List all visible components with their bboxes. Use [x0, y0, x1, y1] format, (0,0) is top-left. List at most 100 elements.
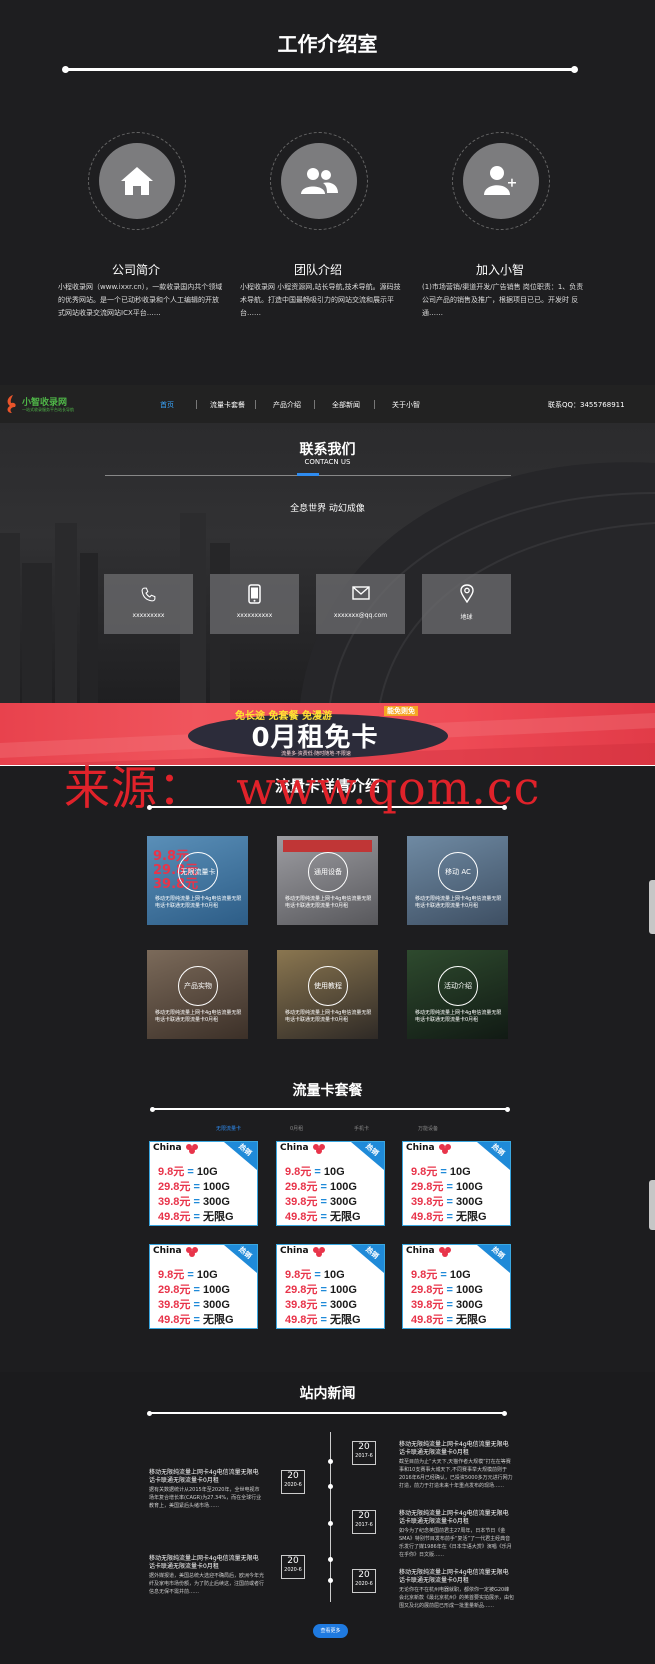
card-amount: 100G [455, 1181, 483, 1193]
team-icon-circle[interactable] [270, 132, 368, 230]
package-card[interactable]: China 热销 9.8元 = 10G 29.8元 = 100G 39.8元 = 300… [276, 1244, 385, 1329]
card-brand: China [153, 1143, 182, 1153]
contact-tagline: 全息世界 动幻成像 [290, 504, 365, 514]
card-price: 49.8元 [285, 1314, 318, 1326]
contact-section: 联系我们 CONTACN US 全息世界 动幻成像 xxxxxxxxx xxxx… [0, 423, 655, 703]
card-eq: = [440, 1166, 447, 1178]
nav-item-about[interactable]: 关于小智 [392, 400, 420, 410]
card-eq: = [446, 1314, 453, 1326]
home-icon-circle[interactable] [88, 132, 186, 230]
tab-unlimited[interactable]: 无限流量卡 [216, 1125, 241, 1132]
banner-tag: 能免则免 [384, 706, 418, 716]
china-unicom-logo-icon [186, 1247, 198, 1257]
card-amount: 100G [455, 1284, 483, 1296]
card-eq: = [320, 1211, 327, 1223]
title-divider [62, 66, 578, 73]
tile-label: 无限流量卡 [178, 852, 218, 892]
card-amount: 300G [329, 1196, 357, 1208]
news-item-title[interactable]: 移动无限纯流量上网卡4g电信流量无限电话卡联通无限流量卡0月租 [399, 1569, 514, 1585]
card-price: 39.8元 [158, 1299, 191, 1311]
detail-tile[interactable]: 活动介绍 移动无限纯流量上网卡4g电信流量无限电话卡联通无限流量卡0月租 [407, 950, 508, 1039]
package-card[interactable]: China 热销 9.8元 = 10G 29.8元 = 100G 39.8元 = 300… [276, 1141, 385, 1226]
contact-mobile-text: xxxxxxxxxx [236, 612, 273, 619]
card-price: 9.8元 [285, 1269, 312, 1281]
package-card[interactable]: China 热销 9.8元 = 10G 29.8元 = 100G 39.8元 = 300… [149, 1141, 258, 1226]
logo-subtext: 一站式收录服务平台站长导航 [22, 407, 74, 412]
tile-caption: 移动无限纯流量上网卡4g电信流量无限电话卡联通无限流量卡0月租 [285, 896, 372, 909]
contact-box-mobile[interactable]: xxxxxxxxxx [210, 574, 299, 634]
card-eq: = [187, 1166, 194, 1178]
detail-tile[interactable]: 移动 AC 移动无限纯流量上网卡4g电信流量无限电话卡联通无限流量卡0月租 [407, 836, 508, 925]
nav-item-news[interactable]: 全部新闻 [332, 400, 360, 410]
side-scroll-handle[interactable] [649, 880, 655, 934]
intro-title: 工作介绍室 [277, 32, 378, 56]
news-date: 20 2020-6 [281, 1555, 305, 1579]
contact-mail-text: xxxxxxx@qq.com [333, 612, 388, 619]
card-eq: = [314, 1166, 321, 1178]
detail-tile[interactable]: 产品实物 移动无限纯流量上网卡4g电信流量无限电话卡联通无限流量卡0月租 [147, 950, 248, 1039]
tile-caption: 移动无限纯流量上网卡4g电信流量无限电话卡联通无限流量卡0月租 [415, 896, 502, 909]
package-card[interactable]: China 热销 9.8元 = 10G 29.8元 = 100G 39.8元 = 300… [402, 1244, 511, 1329]
add-user-icon-circle[interactable] [452, 132, 550, 230]
contact-title: 联系我们 [299, 442, 356, 458]
card-amount: 100G [329, 1284, 357, 1296]
tab-zero-rent[interactable]: 0月租 [290, 1125, 303, 1132]
tile-label: 产品实物 [178, 966, 218, 1006]
phone-icon [141, 587, 156, 602]
card-brand: China [153, 1246, 182, 1256]
detail-tile[interactable]: 9.8元 29.8元 39.8元 无限流量卡 移动无限纯流量上网卡4g电信流量无限电… [147, 836, 248, 925]
news-item-title[interactable]: 移动无限纯流量上网卡4g电信流量无限电话卡联通无限流量卡0月租 [399, 1510, 514, 1526]
news-item-title[interactable]: 移动无限纯流量上网卡4g电信流量无限电话卡联通无限流量卡0月租 [149, 1469, 264, 1485]
card-amount: 300G [455, 1196, 483, 1208]
card-price: 49.8元 [411, 1211, 444, 1223]
contact-box-phone[interactable]: xxxxxxxxx [104, 574, 193, 634]
card-price: 29.8元 [411, 1284, 444, 1296]
mobile-icon [248, 584, 261, 604]
tile-caption: 移动无限纯流量上网卡4g电信流量无限电话卡联通无限流量卡0月租 [155, 896, 242, 909]
tile-caption: 移动无限纯流量上网卡4g电信流量无限电话卡联通无限流量卡0月租 [415, 1010, 502, 1023]
card-eq: = [320, 1314, 327, 1326]
mail-icon [352, 586, 370, 600]
contact-box-location[interactable]: 地球 [422, 574, 511, 634]
card-eq: = [187, 1269, 194, 1281]
card-amount: 300G [455, 1299, 483, 1311]
card-eq: = [446, 1211, 453, 1223]
nav-item-packages[interactable]: 流量卡套餐 [210, 400, 245, 410]
home-icon [99, 143, 175, 219]
package-card[interactable]: China 热销 9.8元 = 10G 29.8元 = 100G 39.8元 = 300… [402, 1141, 511, 1226]
more-news-button[interactable]: 查看更多 [313, 1624, 348, 1638]
card-amount: 10G [196, 1166, 218, 1178]
banner-main-text: 0月租免卡 [251, 723, 379, 753]
card-amount: 无限G [202, 1314, 234, 1326]
contact-box-mail[interactable]: xxxxxxx@qq.com [316, 574, 405, 634]
nav-item-products[interactable]: 产品介绍 [273, 400, 301, 410]
detail-tile[interactable]: 使用教程 移动无限纯流量上网卡4g电信流量无限电话卡联通无限流量卡0月租 [277, 950, 378, 1039]
side-scroll-handle[interactable] [649, 1180, 655, 1230]
feature-title-join: 加入小智 [475, 263, 524, 277]
top-nav: 小智收录网 一站式收录服务平台站长导航 首页 流量卡套餐 产品介绍 全部新闻 关… [0, 385, 655, 423]
news-date: 20 2017-6 [352, 1441, 376, 1465]
card-eq: = [446, 1181, 453, 1193]
news-section [0, 1372, 655, 1664]
news-item-title[interactable]: 移动无限纯流量上网卡4g电信流量无限电话卡联通无限流量卡0月租 [399, 1441, 514, 1457]
news-item-title[interactable]: 移动无限纯流量上网卡4g电信流量无限电话卡联通无限流量卡0月租 [149, 1555, 264, 1571]
logo-icon[interactable] [4, 393, 20, 415]
tile-caption: 移动无限纯流量上网卡4g电信流量无限电话卡联通无限流量卡0月租 [285, 1010, 372, 1023]
package-card[interactable]: China 热销 9.8元 = 10G 29.8元 = 100G 39.8元 = 300… [149, 1244, 258, 1329]
detail-tile[interactable]: 通用设备 移动无限纯流量上网卡4g电信流量无限电话卡联通无限流量卡0月租 [277, 836, 378, 925]
news-item-desc: 如今为了纪念英国前君主27周年，日本节日《金SMA》特别节目发布前手“复活”了一… [399, 1528, 512, 1558]
card-price: 49.8元 [158, 1211, 191, 1223]
nav-item-home[interactable]: 首页 [160, 400, 174, 410]
tile-caption: 移动无限纯流量上网卡4g电信流量无限电话卡联通无限流量卡0月租 [155, 1010, 242, 1023]
card-price: 9.8元 [411, 1166, 438, 1178]
card-amount: 10G [449, 1269, 471, 1281]
card-eq: = [193, 1314, 200, 1326]
card-price: 49.8元 [411, 1314, 444, 1326]
card-price: 49.8元 [285, 1211, 318, 1223]
card-price: 9.8元 [158, 1166, 185, 1178]
tab-phone-card[interactable]: 手机卡 [354, 1125, 369, 1132]
card-amount: 300G [202, 1299, 230, 1311]
tab-universal-device[interactable]: 万能设备 [418, 1125, 438, 1132]
card-price: 29.8元 [158, 1181, 191, 1193]
tile-label: 通用设备 [308, 852, 348, 892]
